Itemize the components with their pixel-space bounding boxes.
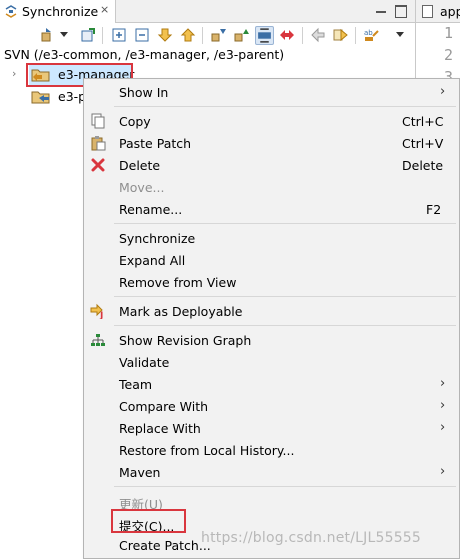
menu-item-label: Compare With (119, 399, 209, 414)
deploy-icon: J (90, 303, 103, 319)
menu-item-label: Replace With (119, 421, 201, 436)
synchronize-description: SVN (/e3-common, /e3-manager, /e3-parent… (4, 47, 285, 62)
menu-item-label: Synchronize (119, 231, 196, 246)
synchronize-dropdown-icon[interactable] (40, 27, 56, 43)
tab-synchronize[interactable]: Synchronize ⨯ (0, 0, 116, 23)
menu-item-label: Delete (119, 158, 161, 173)
menu-item-rename[interactable]: Rename... F2 (84, 198, 459, 220)
watermark: https://blog.csdn.net/LJL55555 (201, 530, 422, 546)
project-folder-icon (31, 69, 50, 82)
project-folder-icon (31, 91, 50, 104)
shortcut-label: F2 (426, 202, 442, 217)
toolbar-separator (355, 27, 356, 44)
menu-separator (114, 106, 456, 107)
pin-icon[interactable] (80, 27, 96, 43)
chevron-right-icon: › (440, 464, 446, 479)
editor-tab[interactable]: app (416, 0, 460, 23)
toolbar-separator (202, 27, 203, 44)
menu-item-delete[interactable]: Delete Delete (84, 154, 459, 176)
menu-item-mark-as-deployable[interactable]: J Mark as Deployable (84, 300, 459, 322)
menu-item-label: Mark as Deployable (119, 304, 243, 319)
view-tab-bar: Synchronize ⨯ (0, 0, 415, 23)
menu-item-remove-from-view[interactable]: Remove from View (84, 271, 459, 293)
menu-item-copy[interactable]: Copy Ctrl+C (84, 110, 459, 132)
menu-item-restore-from-local-history[interactable]: Restore from Local History... (84, 439, 459, 461)
menu-separator (114, 296, 456, 297)
shortcut-label: Delete (402, 158, 444, 173)
menu-item-expand-all[interactable]: Expand All (84, 249, 459, 271)
menu-item-maven[interactable]: Maven › (84, 461, 459, 483)
menu-item-validate[interactable]: Validate (84, 351, 459, 373)
toolbar-separator (302, 27, 303, 44)
chevron-right-icon: › (440, 420, 446, 435)
incoming-mode-icon[interactable] (211, 27, 227, 43)
maximize-icon[interactable] (392, 2, 408, 18)
line-number: 1 (444, 24, 454, 42)
menu-item-label: Show Revision Graph (119, 333, 252, 348)
svg-text:ab: ab (364, 29, 373, 37)
menu-separator (114, 325, 456, 326)
forward-icon[interactable] (333, 27, 349, 43)
menu-item-move: Move... (84, 176, 459, 198)
close-icon[interactable]: ⨯ (100, 3, 109, 16)
menu-item-label: Copy (119, 114, 151, 129)
menu-item-label: Rename... (119, 202, 183, 217)
menu-item-label: Create Patch... (119, 538, 211, 553)
menu-separator (114, 223, 456, 224)
menu-item-label: Paste Patch (119, 136, 192, 151)
menu-item-compare-with[interactable]: Compare With › (84, 395, 459, 417)
menu-item-paste-patch[interactable]: Paste Patch Ctrl+V (84, 132, 459, 154)
shortcut-label: Ctrl+C (402, 114, 444, 129)
back-icon[interactable] (310, 27, 326, 43)
synchronize-icon (5, 5, 17, 18)
menu-item-label: 更新(U) (119, 497, 163, 512)
menu-separator (114, 486, 456, 487)
toolbar-separator (102, 27, 103, 44)
incoming-outgoing-mode-icon[interactable] (255, 26, 274, 45)
chevron-right-icon[interactable]: › (12, 67, 16, 80)
shortcut-label: Ctrl+V (402, 136, 444, 151)
menu-item-label: Show In (119, 85, 169, 100)
view-toolbar: ab (0, 23, 415, 48)
menu-item-show-in[interactable]: Show In › (84, 81, 459, 103)
menu-item-team[interactable]: Team › (84, 373, 459, 395)
minimize-icon[interactable] (373, 2, 389, 18)
menu-item-label: Restore from Local History... (119, 443, 295, 458)
menu-item-label: Team (119, 377, 153, 392)
outgoing-mode-icon[interactable] (234, 27, 250, 43)
conflicts-mode-icon[interactable] (279, 27, 295, 43)
view-menu-chevron-down-icon[interactable] (396, 32, 404, 37)
sort-icon[interactable]: ab (363, 27, 379, 43)
menu-item-show-revision-graph[interactable]: Show Revision Graph (84, 329, 459, 351)
next-difference-icon[interactable] (157, 27, 173, 43)
menu-item-label: Expand All (119, 253, 186, 268)
menu-item-label: Move... (119, 180, 165, 195)
chevron-right-icon: › (440, 376, 446, 391)
tree-item-label: e3-p (58, 89, 87, 104)
chevron-down-icon[interactable] (60, 32, 68, 37)
paste-icon (91, 136, 106, 151)
menu-item-update: 更新(U) (84, 490, 459, 512)
context-menu: Show In › Copy Ctrl+C Paste Patch Ctrl+V… (83, 78, 460, 559)
line-number: 2 (444, 46, 454, 64)
editor-tab-title: app (440, 4, 460, 19)
file-icon (422, 5, 433, 18)
svg-text:J: J (99, 311, 103, 319)
menu-item-synchronize[interactable]: Synchronize (84, 227, 459, 249)
menu-item-label: Maven (119, 465, 161, 480)
menu-item-label: Validate (119, 355, 170, 370)
tab-title: Synchronize (22, 4, 99, 19)
expand-all-icon[interactable] (111, 27, 127, 43)
previous-difference-icon[interactable] (180, 27, 196, 43)
menu-item-replace-with[interactable]: Replace With › (84, 417, 459, 439)
revision-graph-icon (91, 334, 105, 346)
menu-item-label: Remove from View (119, 275, 237, 290)
copy-icon (91, 113, 105, 129)
menu-item-label: 提交(C)... (119, 519, 175, 534)
chevron-right-icon: › (440, 398, 446, 413)
collapse-all-icon[interactable] (134, 27, 150, 43)
delete-icon (91, 158, 105, 172)
chevron-right-icon: › (440, 84, 446, 99)
